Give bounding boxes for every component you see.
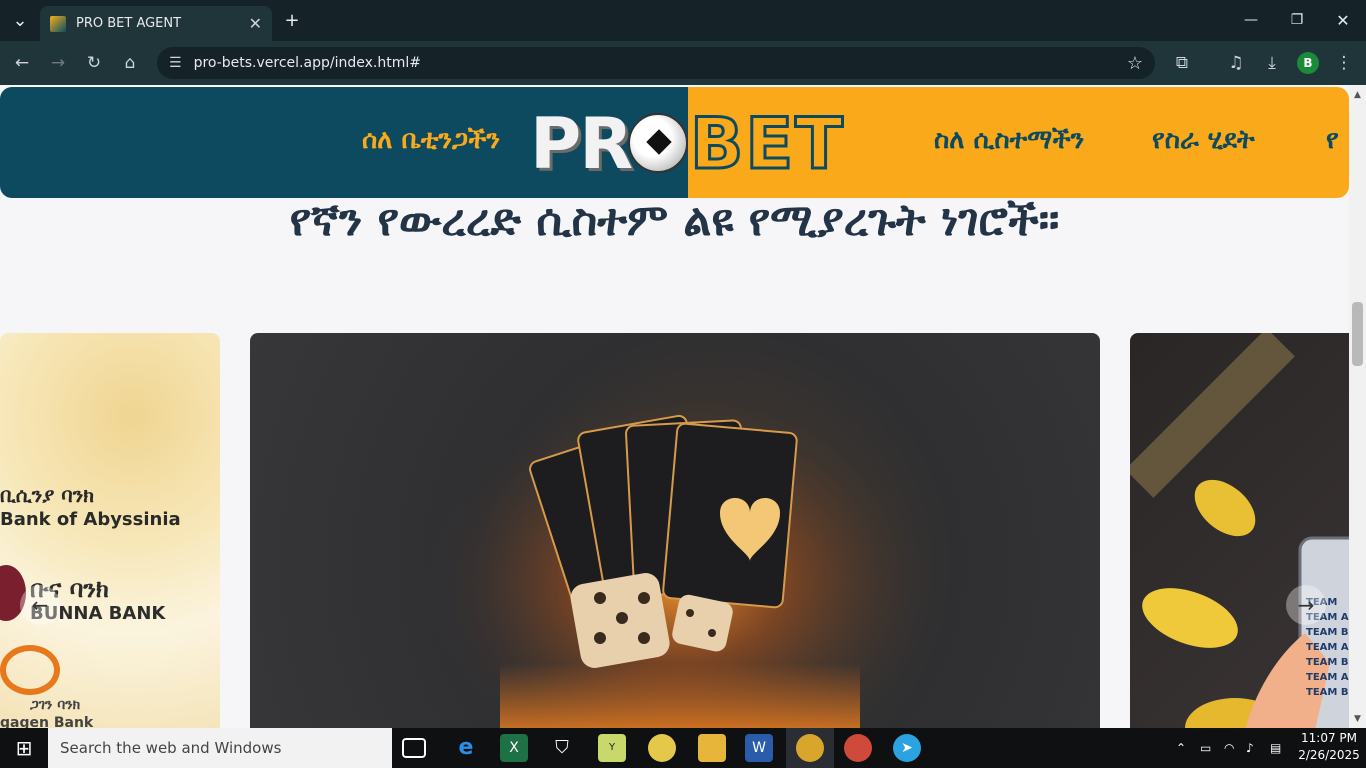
oromia-bank-logo [0,645,60,695]
chrome-profile-icon[interactable] [648,734,676,762]
probet-logo[interactable]: PR BET [530,102,844,187]
bank-gagen-english: gagen Bank [0,715,94,728]
download-icon[interactable]: ⤓ [1254,41,1290,85]
team-label: TEAM A [1306,642,1349,653]
taskbar-clock[interactable]: 11:07 PM 2/26/2025 [1298,730,1360,764]
menu-icon[interactable]: ⋮ [1326,41,1362,85]
new-tab-button[interactable]: + [280,0,304,41]
page-scrollbar[interactable] [1349,85,1366,728]
store-icon[interactable]: ⛉ [548,734,576,762]
page-viewport: ሰለ ቤቲንጋችን ስለ ሲስተማችን የስራ ሂደት የ PR BET የኛን… [0,85,1349,728]
excel-icon[interactable]: X [500,734,528,762]
clock-date: 2/26/2025 [1298,748,1360,762]
extensions-icon[interactable]: ⧉ [1164,41,1200,85]
media-icon[interactable]: ♫ [1218,41,1254,85]
nav-link-partial[interactable]: የ [1326,125,1339,156]
start-windows-icon[interactable]: ⊞ [0,728,48,768]
nav-link-about-betting[interactable]: ሰለ ቤቲንጋችን [362,125,500,156]
battery-icon[interactable]: ▭ [1200,728,1211,768]
address-bar[interactable]: ☰ pro-bets.vercel.app/index.html# ☆ [157,47,1155,79]
nav-link-about-system[interactable]: ስለ ሲስተማችን [934,125,1084,156]
minimize-button[interactable]: — [1236,0,1266,41]
chrome-icon[interactable] [796,734,824,762]
tab-close-icon[interactable]: ✕ [249,14,262,33]
browser-tab[interactable]: PRO BET AGENT ✕ [40,6,272,41]
tray-chevron-icon[interactable]: ⌃ [1176,728,1186,768]
nav-link-work-process[interactable]: የስራ ሂደት [1152,125,1255,156]
bank-abyssinia-english: Bank of Abyssinia [0,509,181,530]
site-info-icon[interactable]: ☰ [169,55,182,71]
chrome-second-icon[interactable] [844,734,872,762]
notifications-icon[interactable]: ▤ [1270,728,1281,768]
volume-icon[interactable]: ♪ [1246,728,1254,768]
casino-illustration [420,363,940,728]
soccer-ball-icon [628,113,688,173]
back-icon[interactable]: ← [4,41,40,85]
fire-base [500,663,860,728]
scroll-down-icon[interactable]: ▼ [1349,712,1366,726]
home-icon[interactable]: ⌂ [112,41,148,85]
scroll-up-icon[interactable]: ▲ [1349,88,1366,102]
wifi-icon[interactable]: ◠ [1224,728,1234,768]
bank-abyssinia-amharic: ቢሲንያ ባንክ [0,483,95,507]
taskbar-search-box[interactable]: Search the web and Windows [48,728,392,768]
team-label: TEAM A [1306,672,1349,683]
carousel-card-banks: ቢሲንያ ባንክ Bank of Abyssinia ቡና ባንክ BUNNA … [0,333,220,728]
carousel-card-mobile: TEAM TEAM A TEAM B TEAM A TEAM B TEAM A … [1130,333,1349,728]
edge-icon[interactable]: e [452,734,480,762]
tab-title: PRO BET AGENT [76,16,182,31]
team-label: TEAM B [1306,657,1349,668]
bank-gagen-amharic: ጋገን ባንክ [30,697,81,713]
reload-icon[interactable]: ↻ [76,41,112,85]
forward-icon[interactable]: → [40,41,76,85]
keyboard-app-icon[interactable]: Y [598,734,626,762]
section-title: የኛን የውረረድ ሲስተም ልዩ የሚያረጉት ነገሮች። [289,195,1060,246]
team-label: TEAM B [1306,627,1349,638]
bookmark-star-icon[interactable]: ☆ [1127,53,1143,74]
site-header: ሰለ ቤቲንጋችን ስለ ሲስተማችን የስራ ሂደት የ PR BET [0,87,1349,198]
telegram-icon[interactable]: ➤ [893,734,921,762]
scrollbar-thumb[interactable] [1352,302,1363,366]
file-explorer-icon[interactable] [698,734,726,762]
close-window-button[interactable]: ✕ [1328,0,1358,41]
task-view-icon[interactable] [402,738,426,758]
word-icon[interactable]: W [745,734,773,762]
clock-time: 11:07 PM [1301,731,1357,745]
profile-avatar[interactable]: B [1297,52,1319,74]
logo-pr-text: PR [530,103,633,185]
carousel-prev-button[interactable]: ← [20,585,60,625]
carousel-card-casino [250,333,1100,728]
team-label: TEAM B [1306,687,1349,698]
favicon-icon [50,15,66,32]
url-text: pro-bets.vercel.app/index.html# [193,55,421,71]
logo-bet-text: BET [689,102,845,187]
carousel-next-button[interactable]: → [1286,585,1326,625]
tab-search-icon[interactable]: ⌄ [6,0,34,41]
restore-button[interactable]: ❐ [1282,0,1312,41]
